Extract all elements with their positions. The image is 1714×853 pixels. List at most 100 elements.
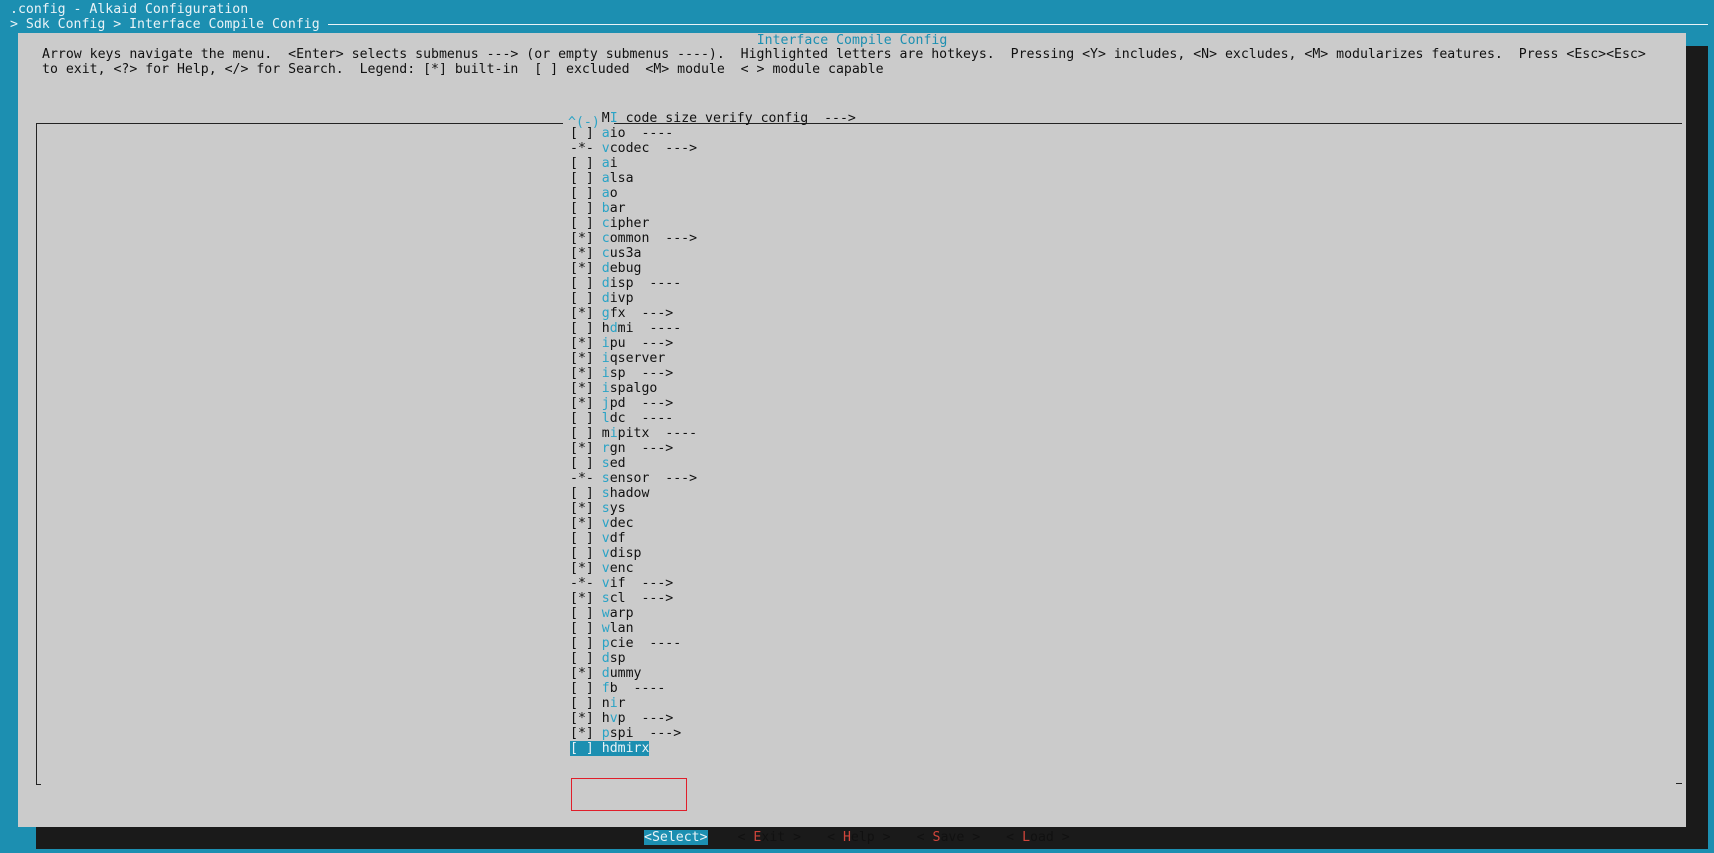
menu-item-submenu-marker: ---- bbox=[633, 636, 682, 651]
menu-item-submenu-marker: ---> bbox=[649, 231, 698, 246]
menu-item-dsp[interactable]: [ ] dsp bbox=[570, 651, 856, 666]
menu-item-state: [ ] bbox=[570, 201, 602, 216]
menu-item-state: [ ] bbox=[570, 651, 602, 666]
save-button[interactable]: < Save > bbox=[917, 830, 981, 845]
menu-item-venc[interactable]: [*] venc bbox=[570, 561, 856, 576]
menu-item-state: [ ] bbox=[570, 216, 602, 231]
menu-item-divp[interactable]: [ ] divp bbox=[570, 291, 856, 306]
button-row: <Select> < Exit > < Help > < Save > < Load > bbox=[644, 830, 1096, 845]
menu-item-hvp[interactable]: [*] hvp ---> bbox=[570, 711, 856, 726]
menu-item-label: warp bbox=[601, 606, 634, 621]
select-button[interactable]: <Select> bbox=[644, 830, 708, 845]
menu-item-rgn[interactable]: [*] rgn ---> bbox=[570, 441, 856, 456]
menu-item-label: dummy bbox=[601, 666, 642, 681]
menu-item-ipu[interactable]: [*] ipu ---> bbox=[570, 336, 856, 351]
menu-item-state: [ ] bbox=[570, 186, 602, 201]
menu-item-debug[interactable]: [*] debug bbox=[570, 261, 856, 276]
exit-button[interactable]: < Exit > bbox=[738, 830, 802, 845]
menu-item-gfx[interactable]: [*] gfx ---> bbox=[570, 306, 856, 321]
menu-item-submenu-marker: ---- bbox=[625, 411, 674, 426]
menu-item-state: [*] bbox=[570, 591, 602, 606]
menu-item-label: ldc bbox=[601, 411, 626, 426]
menu-item-state: [*] bbox=[570, 231, 602, 246]
menu-item-label: hdmi bbox=[601, 321, 634, 336]
menu-item-mipitx[interactable]: [ ] mipitx ---- bbox=[570, 426, 856, 441]
menu-item-submenu-marker: ---> bbox=[625, 366, 674, 381]
menu-item-pspi[interactable]: [*] pspi ---> bbox=[570, 726, 856, 741]
menu-item-state: [ ] bbox=[570, 321, 602, 336]
menu-item-state: [ ] bbox=[570, 621, 602, 636]
menu-item-label: sensor bbox=[601, 471, 650, 486]
menu-item-state: [*] bbox=[570, 666, 602, 681]
menu-item-shadow[interactable]: [ ] shadow bbox=[570, 486, 856, 501]
menu-list: MI code size verify config --->[ ] aio -… bbox=[570, 111, 856, 756]
menu-item-ao[interactable]: [ ] ao bbox=[570, 186, 856, 201]
breadcrumb-bar: > Sdk Config > Interface Compile Config bbox=[0, 17, 1714, 32]
menu-item-vif[interactable]: -*- vif ---> bbox=[570, 576, 856, 591]
menu-item-state: -*- bbox=[570, 576, 602, 591]
menu-item-sed[interactable]: [ ] sed bbox=[570, 456, 856, 471]
menu-item-label: disp bbox=[601, 276, 634, 291]
menu-item-state: [ ] bbox=[570, 741, 602, 756]
menu-item-label: vcodec bbox=[601, 141, 650, 156]
menu-item-warp[interactable]: [ ] warp bbox=[570, 606, 856, 621]
menu-item-nir[interactable]: [ ] nir bbox=[570, 696, 856, 711]
menu-item-sensor[interactable]: -*- sensor ---> bbox=[570, 471, 856, 486]
menu-item-alsa[interactable]: [ ] alsa bbox=[570, 171, 856, 186]
menu-item-bar[interactable]: [ ] bar bbox=[570, 201, 856, 216]
menu-box: ^(-) bbox=[36, 115, 1682, 785]
menu-item-vdisp[interactable]: [ ] vdisp bbox=[570, 546, 856, 561]
menu-item-pcie[interactable]: [ ] pcie ---- bbox=[570, 636, 856, 651]
menu-item-hdmi[interactable]: [ ] hdmi ---- bbox=[570, 321, 856, 336]
menu-item-cipher[interactable]: [ ] cipher bbox=[570, 216, 856, 231]
menu-item-fb[interactable]: [ ] fb ---- bbox=[570, 681, 856, 696]
menu-item-aio[interactable]: [ ] aio ---- bbox=[570, 126, 856, 141]
menu-item-label: pspi bbox=[601, 726, 634, 741]
menu-item-mi-code-size-verify-config[interactable]: MI code size verify config ---> bbox=[570, 111, 856, 126]
menu-item-ldc[interactable]: [ ] ldc ---- bbox=[570, 411, 856, 426]
menu-item-vdec[interactable]: [*] vdec bbox=[570, 516, 856, 531]
menu-item-label: cipher bbox=[601, 216, 650, 231]
menu-item-state: [ ] bbox=[570, 276, 602, 291]
menu-item-state: [ ] bbox=[570, 291, 602, 306]
menu-item-hdmirx[interactable]: [ ] hdmirx bbox=[570, 741, 856, 756]
menu-item-disp[interactable]: [ ] disp ---- bbox=[570, 276, 856, 291]
menu-item-state: [ ] bbox=[570, 546, 602, 561]
load-button[interactable]: < Load > bbox=[1006, 830, 1070, 845]
menu-item-vdf[interactable]: [ ] vdf bbox=[570, 531, 856, 546]
menu-item-jpd[interactable]: [*] jpd ---> bbox=[570, 396, 856, 411]
menu-item-state bbox=[570, 111, 602, 126]
menu-item-isp[interactable]: [*] isp ---> bbox=[570, 366, 856, 381]
menu-item-submenu-marker: ---- bbox=[617, 681, 666, 696]
menu-item-label: scl bbox=[601, 591, 626, 606]
window-title: .config - Alkaid Configuration bbox=[10, 2, 249, 17]
dialog-shadow-right bbox=[1686, 46, 1708, 849]
help-button[interactable]: < Help > bbox=[827, 830, 891, 845]
menu-item-wlan[interactable]: [ ] wlan bbox=[570, 621, 856, 636]
menu-item-state: [*] bbox=[570, 336, 602, 351]
help-line-2: to exit, <?> for Help, </> for Search. L… bbox=[42, 62, 884, 77]
menu-item-state: [*] bbox=[570, 381, 602, 396]
menu-item-common[interactable]: [*] common ---> bbox=[570, 231, 856, 246]
menu-item-state: [ ] bbox=[570, 696, 602, 711]
menu-box-border-bottom-right bbox=[1676, 783, 1682, 784]
menu-item-state: [*] bbox=[570, 306, 602, 321]
menu-item-iqserver[interactable]: [*] iqserver bbox=[570, 351, 856, 366]
menu-item-state: [*] bbox=[570, 396, 602, 411]
menu-item-cus3a[interactable]: [*] cus3a bbox=[570, 246, 856, 261]
menu-item-label: shadow bbox=[601, 486, 650, 501]
menu-item-dummy[interactable]: [*] dummy bbox=[570, 666, 856, 681]
menu-item-label: iqserver bbox=[601, 351, 666, 366]
menu-item-label: ao bbox=[601, 186, 618, 201]
menu-item-label: aio bbox=[601, 126, 626, 141]
menu-box-border-left bbox=[36, 123, 37, 785]
menu-item-label: isp bbox=[601, 366, 626, 381]
menu-item-scl[interactable]: [*] scl ---> bbox=[570, 591, 856, 606]
menu-item-sys[interactable]: [*] sys bbox=[570, 501, 856, 516]
menu-item-vcodec[interactable]: -*- vcodec ---> bbox=[570, 141, 856, 156]
menu-item-ispalgo[interactable]: [*] ispalgo bbox=[570, 381, 856, 396]
menu-item-submenu-marker: ---> bbox=[625, 306, 674, 321]
menu-item-ai[interactable]: [ ] ai bbox=[570, 156, 856, 171]
menu-item-state: [ ] bbox=[570, 531, 602, 546]
menu-item-submenu-marker: ---> bbox=[625, 441, 674, 456]
